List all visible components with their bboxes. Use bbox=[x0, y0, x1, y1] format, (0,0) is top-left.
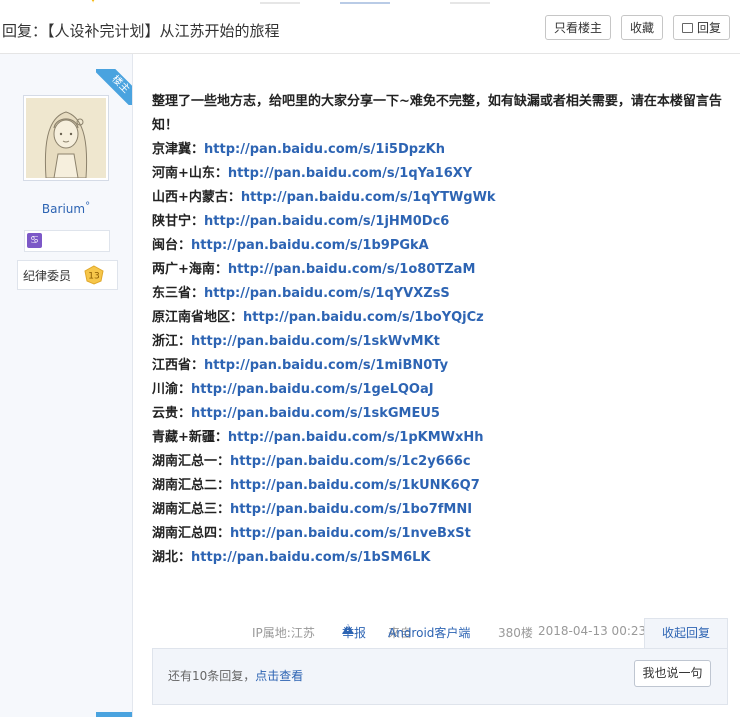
next-owner-badge bbox=[96, 712, 132, 717]
link-row: 两广+海南：http://pan.baidu.com/s/1o80TZaM bbox=[152, 258, 732, 282]
collapse-replies-button[interactable]: 收起回复 bbox=[644, 618, 728, 648]
link-row: 湖南汇总三：http://pan.baidu.com/s/1bo7fMNI bbox=[152, 498, 732, 522]
ip-location: IP属地:江苏 bbox=[252, 626, 315, 640]
region-label: 川渝： bbox=[152, 382, 192, 397]
link-row: 东三省：http://pan.baidu.com/s/1qYVXZsS bbox=[152, 282, 732, 306]
top-strip: ✦ bbox=[0, 0, 740, 8]
region-label: 湖南汇总三： bbox=[152, 502, 231, 517]
report-label: 举报 bbox=[342, 626, 367, 640]
region-label: 闽台： bbox=[152, 238, 192, 253]
say-something-button[interactable]: 我也说一句 bbox=[634, 660, 711, 687]
share-link[interactable]: http://pan.baidu.com/s/1nveBxSt bbox=[230, 526, 471, 541]
view-replies-link[interactable]: 点击查看 bbox=[255, 669, 303, 683]
post: 楼主 Barium° ♋ 纪律委员 13 整理了一些地方志，给吧里的大家分享一下… bbox=[0, 54, 740, 717]
link-row: 江西省：http://pan.baidu.com/s/1miBN0Ty bbox=[152, 354, 732, 378]
region-label: 浙江： bbox=[152, 334, 192, 349]
share-link[interactable]: http://pan.baidu.com/s/1skWvMKt bbox=[191, 334, 440, 349]
level-badge-icon: 13 bbox=[84, 265, 104, 285]
link-row: 湖北：http://pan.baidu.com/s/1bSM6LK bbox=[152, 546, 732, 570]
top-fragment bbox=[340, 0, 390, 4]
share-link[interactable]: http://pan.baidu.com/s/1miBN0Ty bbox=[204, 358, 448, 373]
region-label: 湖南汇总四： bbox=[152, 526, 231, 541]
author-name[interactable]: Barium° bbox=[0, 201, 132, 216]
share-link[interactable]: http://pan.baidu.com/s/1jHM0Dc6 bbox=[204, 214, 449, 229]
region-label: 江西省： bbox=[152, 358, 205, 373]
share-link[interactable]: http://pan.baidu.com/s/1geLQOaJ bbox=[191, 382, 434, 397]
region-label: 河南+山东： bbox=[152, 166, 228, 181]
share-link[interactable]: http://pan.baidu.com/s/1kUNK6Q7 bbox=[230, 478, 480, 493]
link-row: 青藏+新疆：http://pan.baidu.com/s/1pKMWxHh bbox=[152, 426, 732, 450]
title-prefix: 回复： bbox=[2, 22, 48, 40]
region-label: 两广+海南： bbox=[152, 262, 228, 277]
favorite-button[interactable]: 收藏 bbox=[621, 15, 663, 40]
post-time: 2018-04-13 00:23 bbox=[538, 624, 647, 638]
link-row: 京津冀：http://pan.baidu.com/s/1i5DpzKh bbox=[152, 138, 732, 162]
region-label: 东三省： bbox=[152, 286, 205, 301]
share-link[interactable]: http://pan.baidu.com/s/1o80TZaM bbox=[228, 262, 475, 277]
link-row: 河南+山东：http://pan.baidu.com/s/1qYa16XY bbox=[152, 162, 732, 186]
avatar[interactable] bbox=[23, 95, 109, 181]
link-row: 川渝：http://pan.baidu.com/s/1geLQOaJ bbox=[152, 378, 732, 402]
level-number: 13 bbox=[88, 272, 99, 282]
link-row: 湖南汇总二：http://pan.baidu.com/s/1kUNK6Q7 bbox=[152, 474, 732, 498]
reply-box: 还有10条回复，点击查看 我也说一句 bbox=[152, 648, 728, 705]
level-box[interactable]: 纪律委员 13 bbox=[17, 260, 118, 290]
post-content: 整理了一些地方志，给吧里的大家分享一下~难免不完整，如有缺漏或者相关需要，请在本… bbox=[152, 90, 732, 570]
region-label: 湖南汇总二： bbox=[152, 478, 231, 493]
client-link[interactable]: Android客户端 bbox=[388, 624, 470, 641]
region-label: 湖南汇总一： bbox=[152, 454, 231, 469]
share-link[interactable]: http://pan.baidu.com/s/1i5DpzKh bbox=[204, 142, 445, 157]
comment-icon bbox=[681, 23, 693, 33]
link-row: 湖南汇总一：http://pan.baidu.com/s/1c2y666c bbox=[152, 450, 732, 474]
share-link[interactable]: http://pan.baidu.com/s/1bSM6LK bbox=[191, 550, 430, 565]
reply-button-label: 回复 bbox=[696, 21, 721, 35]
thread-header: 回复：【人设补完计划】从江苏开始的旅程 只看楼主 收藏 回复 bbox=[0, 8, 740, 54]
share-link[interactable]: http://pan.baidu.com/s/1bo7fMNI bbox=[230, 502, 472, 517]
more-replies-count: 还有10条回复， bbox=[168, 669, 256, 683]
link-row: 陕甘宁：http://pan.baidu.com/s/1jHM0Dc6 bbox=[152, 210, 732, 234]
region-label: 山西+内蒙古： bbox=[152, 190, 241, 205]
region-label: 青藏+新疆： bbox=[152, 430, 228, 445]
region-label: 京津冀： bbox=[152, 142, 205, 157]
share-link[interactable]: http://pan.baidu.com/s/1c2y666c bbox=[230, 454, 471, 469]
top-fragment bbox=[450, 0, 490, 4]
region-label: 云贵： bbox=[152, 406, 192, 421]
share-link[interactable]: http://pan.baidu.com/s/1qYVXZsS bbox=[204, 286, 450, 301]
link-row: 云贵：http://pan.baidu.com/s/1skGMEU5 bbox=[152, 402, 732, 426]
link-row: 湖南汇总四：http://pan.baidu.com/s/1nveBxSt bbox=[152, 522, 732, 546]
region-label: 原江南省地区： bbox=[152, 310, 244, 325]
thread-title: 回复：【人设补完计划】从江苏开始的旅程 bbox=[2, 20, 280, 41]
cancer-zodiac-icon: ♋ bbox=[27, 233, 42, 248]
author-name-text: Barium bbox=[41, 202, 86, 216]
share-link[interactable]: http://pan.baidu.com/s/1pKMWxHh bbox=[228, 430, 484, 445]
link-row: 闽台：http://pan.baidu.com/s/1b9PGkA bbox=[152, 234, 732, 258]
author-name-suffix: ° bbox=[85, 201, 91, 212]
zodiac-box: ♋ bbox=[24, 230, 110, 252]
link-row: 浙江：http://pan.baidu.com/s/1skWvMKt bbox=[152, 330, 732, 354]
star-icon: ✦ bbox=[88, 0, 98, 6]
author-sidebar: 楼主 Barium° ♋ 纪律委员 13 bbox=[0, 54, 133, 717]
share-link[interactable]: http://pan.baidu.com/s/1boYQjCz bbox=[243, 310, 484, 325]
post-intro: 整理了一些地方志，给吧里的大家分享一下~难免不完整，如有缺漏或者相关需要，请在本… bbox=[152, 94, 722, 133]
top-fragment bbox=[260, 0, 300, 4]
only-owner-button[interactable]: 只看楼主 bbox=[545, 15, 611, 40]
avatar-drawing bbox=[26, 98, 106, 178]
title-text: 【人设补完计划】从江苏开始的旅程 bbox=[47, 22, 280, 40]
link-row: 山西+内蒙古：http://pan.baidu.com/s/1qYTWgWk bbox=[152, 186, 732, 210]
region-label: 陕甘宁： bbox=[152, 214, 205, 229]
share-link[interactable]: http://pan.baidu.com/s/1qYTWgWk bbox=[241, 190, 496, 205]
share-link[interactable]: http://pan.baidu.com/s/1b9PGkA bbox=[191, 238, 429, 253]
share-link[interactable]: http://pan.baidu.com/s/1skGMEU5 bbox=[191, 406, 440, 421]
more-replies: 还有10条回复，点击查看 bbox=[168, 667, 303, 684]
floor-number: 380楼 bbox=[498, 626, 533, 640]
reply-button[interactable]: 回复 bbox=[673, 15, 730, 40]
share-link[interactable]: http://pan.baidu.com/s/1qYa16XY bbox=[228, 166, 472, 181]
region-label: 湖北： bbox=[152, 550, 192, 565]
avatar-image bbox=[26, 98, 106, 178]
link-row: 原江南省地区：http://pan.baidu.com/s/1boYQjCz bbox=[152, 306, 732, 330]
link-list: 京津冀：http://pan.baidu.com/s/1i5DpzKh 河南+山东… bbox=[152, 138, 732, 570]
level-title: 纪律委员 bbox=[23, 269, 72, 283]
